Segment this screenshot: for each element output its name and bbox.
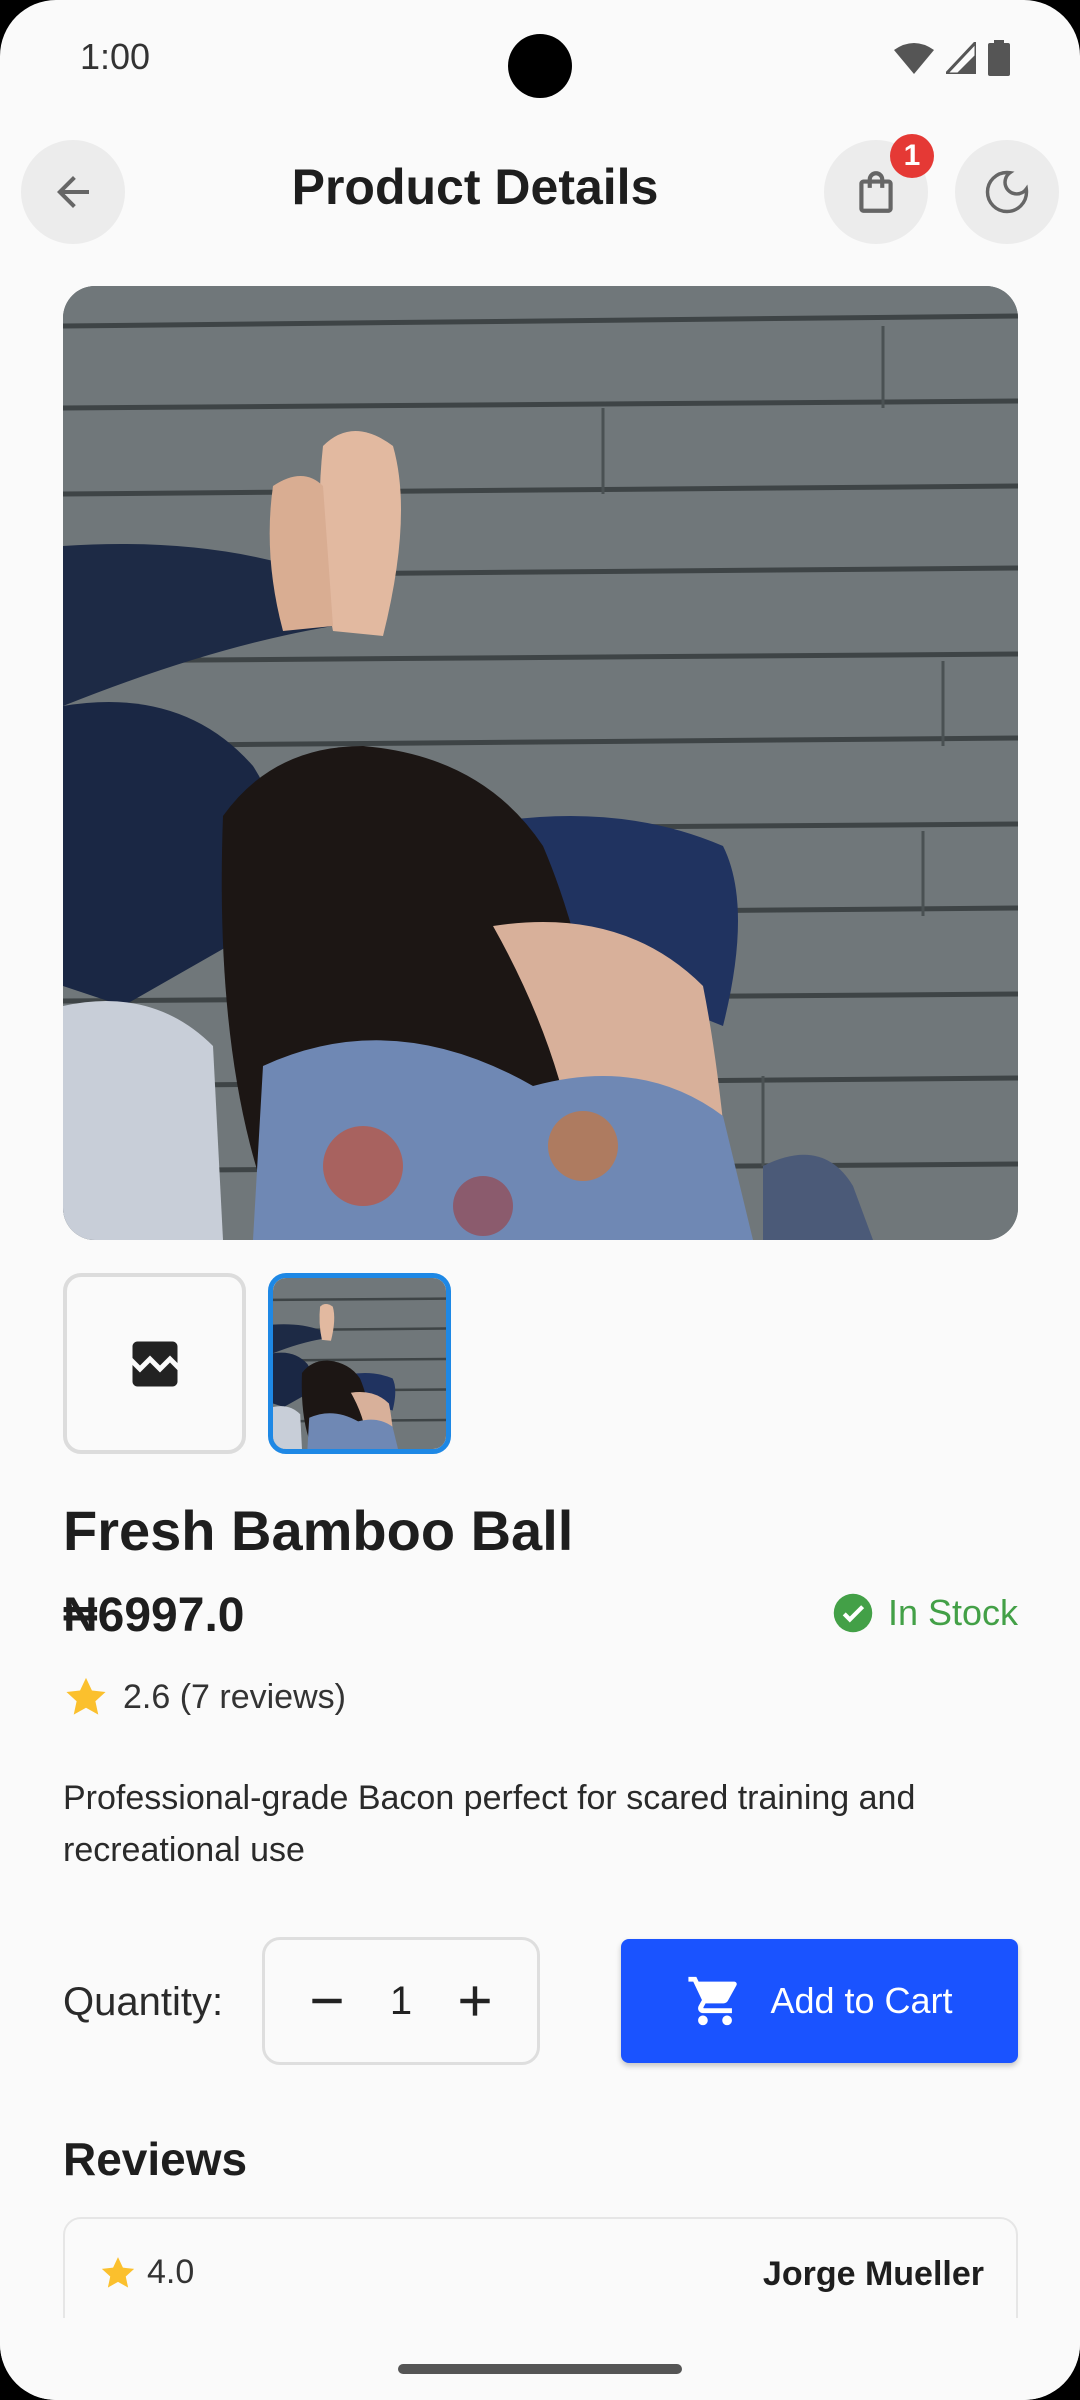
battery-icon <box>988 40 1010 76</box>
home-indicator[interactable] <box>398 2364 682 2374</box>
quantity-stepper: 1 <box>262 1937 540 2065</box>
review-rating: 4.0 <box>99 2253 194 2292</box>
status-icons <box>894 40 1010 76</box>
status-time: 1:00 <box>80 36 151 77</box>
stock-status: In Stock <box>832 1592 1018 1634</box>
stock-status-label: In Stock <box>887 1592 1018 1633</box>
thumbnail-photo <box>273 1278 446 1449</box>
product-photo <box>63 286 1018 1240</box>
bottom-safe-area <box>0 2318 1080 2400</box>
review-rating-value: 4.0 <box>147 2253 195 2291</box>
thumbnail-1[interactable] <box>63 1273 246 1454</box>
product-name: Fresh Bamboo Ball <box>63 1499 574 1562</box>
minus-icon[interactable] <box>305 1979 349 2023</box>
signal-icon <box>946 42 976 74</box>
cart-count-badge: 1 <box>890 134 934 178</box>
star-icon <box>101 2256 135 2288</box>
dark-mode-icon <box>985 170 1029 214</box>
page-title: Product Details <box>291 159 659 215</box>
back-arrow-icon <box>57 176 89 208</box>
plus-icon[interactable] <box>453 1979 497 2023</box>
broken-image-icon <box>132 1341 177 1386</box>
add-to-cart-button[interactable]: Add to Cart <box>621 1939 1018 2063</box>
cart-icon <box>688 1976 738 2026</box>
product-price: ₦6997.0 <box>63 1589 245 1642</box>
shopping-bag-icon <box>859 171 893 213</box>
quantity-value: 1 <box>389 1978 413 2023</box>
quantity-label: Quantity: <box>63 1980 224 2024</box>
star-icon <box>66 1677 106 1715</box>
product-main-image[interactable] <box>63 286 1018 1240</box>
reviewer-name: Jorge Mueller <box>762 2255 984 2293</box>
rating-summary: 2.6 (7 reviews) <box>63 1674 346 1720</box>
check-circle-icon <box>833 1593 873 1633</box>
add-to-cart-label: Add to Cart <box>770 1980 953 2021</box>
reviews-heading: Reviews <box>63 2133 248 2185</box>
status-bar: 1:00 <box>0 0 1080 120</box>
back-button[interactable] <box>21 140 125 244</box>
camera-cutout <box>508 34 572 98</box>
rating-summary-text: 2.6 (7 reviews) <box>123 1677 346 1716</box>
theme-toggle-button[interactable] <box>955 140 1059 244</box>
thumbnail-2-selected[interactable] <box>268 1273 451 1454</box>
product-description: Professional-grade Bacon perfect for sca… <box>63 1779 916 1869</box>
wifi-icon <box>894 43 934 74</box>
screen: 1:00 Product Details 1 Fresh Bamboo Ball… <box>0 0 1080 2400</box>
